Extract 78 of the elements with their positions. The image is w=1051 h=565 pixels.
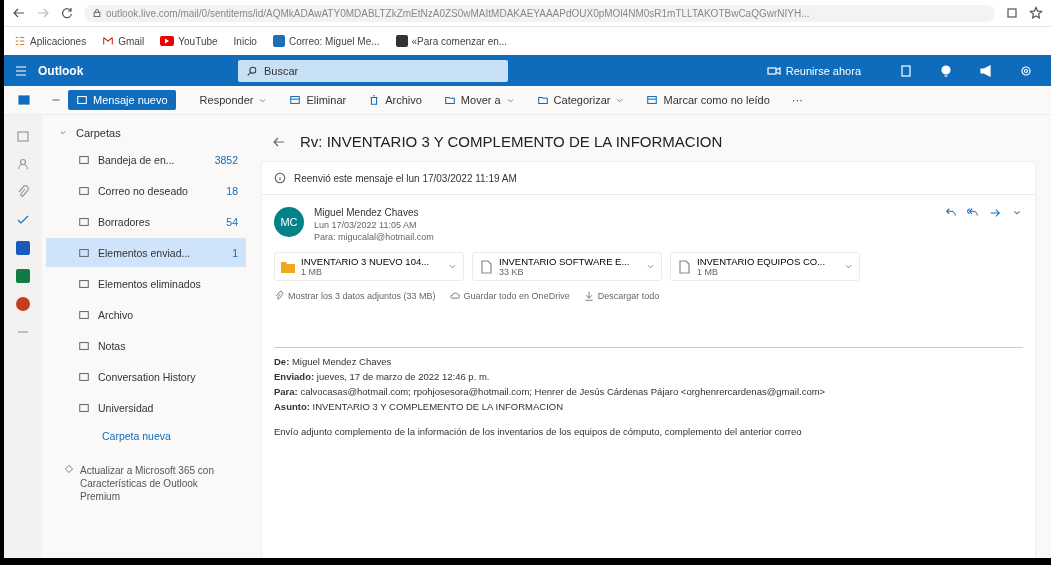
new-folder-link[interactable]: Carpeta nueva [46, 424, 246, 448]
folder-item[interactable]: Notas [46, 331, 246, 360]
folder-item[interactable]: Elementos enviad... 1 [46, 238, 246, 267]
message-subject: Rv: INVENTARIO 3 Y COMPLEMENTO DE LA INFORMACION [300, 133, 723, 150]
diamond-icon [64, 464, 74, 474]
folder-item[interactable]: Universidad [46, 393, 246, 422]
attachment-action-link[interactable]: Mostrar los 3 datos adjuntos (33 MB) [274, 291, 436, 301]
attachment-chip[interactable]: INVENTARIO SOFTWARE E... 33 KB [472, 252, 662, 281]
app-launcher-icon [14, 63, 28, 78]
meet-now-button[interactable]: Reunirse ahora [760, 62, 867, 79]
bookmark-link[interactable]: Inicio [233, 35, 257, 47]
megaphone-icon [979, 63, 993, 78]
attachment-action-link[interactable]: Guardar todo en OneDrive [449, 291, 570, 301]
command-button[interactable]: ··· [783, 90, 811, 110]
command-button[interactable]: Mover a [435, 90, 523, 110]
command-button[interactable]: Archivo [360, 90, 430, 110]
chevron-down-icon [844, 262, 853, 271]
lock-icon [92, 8, 102, 18]
chevron-down-icon [448, 262, 457, 271]
folder-item[interactable]: Bandeja de en... 3852 [46, 145, 246, 174]
forwarded-header-line: Asunto: INVENTARIO 3 Y COMPLEMENTO DE LA INFORMACION [274, 401, 565, 412]
cloud-icon [449, 291, 460, 301]
command-button[interactable]: Marcar como no leído [638, 90, 778, 110]
reload-icon [60, 6, 74, 20]
command-button[interactable]: Eliminar [281, 90, 355, 110]
app-name: Outlook [38, 63, 85, 78]
bookmark-link[interactable]: Correo: Miguel Me... [272, 35, 380, 47]
attachment-chip[interactable]: INVENTARIO 3 NUEVO 104... 1 MB [274, 252, 464, 281]
paperclip-icon [16, 185, 30, 199]
document-icon [479, 259, 493, 274]
command-button[interactable]: Categorizar [528, 90, 633, 110]
back-icon [12, 6, 26, 20]
reply-icon [945, 207, 957, 219]
paperclip-icon [274, 291, 284, 301]
play-icon [160, 36, 175, 46]
message-body: Envío adjunto complemento de la información de los inventarios de los equipos de cómputo, complemento del anterior correo [273, 425, 803, 439]
bookmark-link[interactable]: Aplicaciones [14, 35, 87, 47]
sender-name: Miguel Mendez Chaves [314, 207, 420, 218]
forwarded-header-line: Para: calvocasas@hotmail.com; rpohjosesora@hotmail.com; Henrer de Jesús Cárdenas Pájaro <orghenrercardenas@gmail.com> [274, 386, 827, 397]
forward-notice: Reenvió este mensaje el lun 17/03/2022 11:19 AM [294, 172, 517, 184]
attachment-chip[interactable]: INVENTARIO EQUIPOS CO... 1 MB [670, 252, 860, 281]
forwarded-header-line: De: Miguel Mendez Chaves [274, 356, 393, 367]
people-icon [16, 157, 30, 171]
bookmark-link[interactable]: YouTube [160, 35, 218, 47]
reply-all-icon [967, 207, 979, 219]
download-icon [583, 291, 594, 301]
folder-item[interactable]: Elementos eliminados [46, 269, 246, 298]
command-button[interactable]: Mensaje nuevo [68, 90, 176, 110]
recipient-line: Para: migucalal@hotmail.com [314, 232, 435, 242]
upgrade-link[interactable]: Actualizar a Microsoft 365 con Características de Outlook Premium [80, 464, 236, 503]
reply-button[interactable] [945, 207, 957, 219]
folder-move-icon [443, 94, 456, 106]
sent-date: Lun 17/03/2022 11:05 AM [314, 220, 418, 230]
forwarded-header-line: Enviado: jueves, 17 de marzo de 2022 12:46 p. m. [274, 371, 491, 382]
lightbulb-icon [939, 63, 953, 78]
star-icon [1029, 6, 1043, 20]
info-icon [274, 172, 286, 184]
forward-button[interactable] [989, 207, 1001, 219]
attachment-action-link[interactable]: Descargar todo [583, 291, 660, 301]
search-field[interactable]: Buscar [238, 59, 508, 82]
bookmark-link[interactable]: «Para comenzar en... [395, 35, 508, 47]
folder-item[interactable]: Archivo [46, 300, 246, 329]
command-button[interactable]: Responder [191, 90, 276, 110]
forward-arrow-icon [989, 207, 1001, 219]
avatar-initials: MC [274, 207, 304, 237]
folder-item[interactable]: Conversation History [46, 362, 246, 391]
settings-icon [1019, 63, 1033, 78]
folder-item[interactable]: Correo no deseado 18 [46, 176, 246, 205]
document-icon [677, 259, 691, 274]
folder-item[interactable]: Borradores 54 [46, 207, 246, 236]
bookmark-link[interactable]: Gmail [102, 35, 145, 47]
search-icon [246, 64, 258, 77]
reply-all-button[interactable] [967, 207, 979, 219]
apps-grid-icon [14, 35, 26, 47]
folder-move-icon [536, 94, 549, 106]
chevron-down-icon [646, 262, 655, 271]
folders-heading: Carpetas [76, 127, 121, 139]
forward-icon [36, 6, 50, 20]
